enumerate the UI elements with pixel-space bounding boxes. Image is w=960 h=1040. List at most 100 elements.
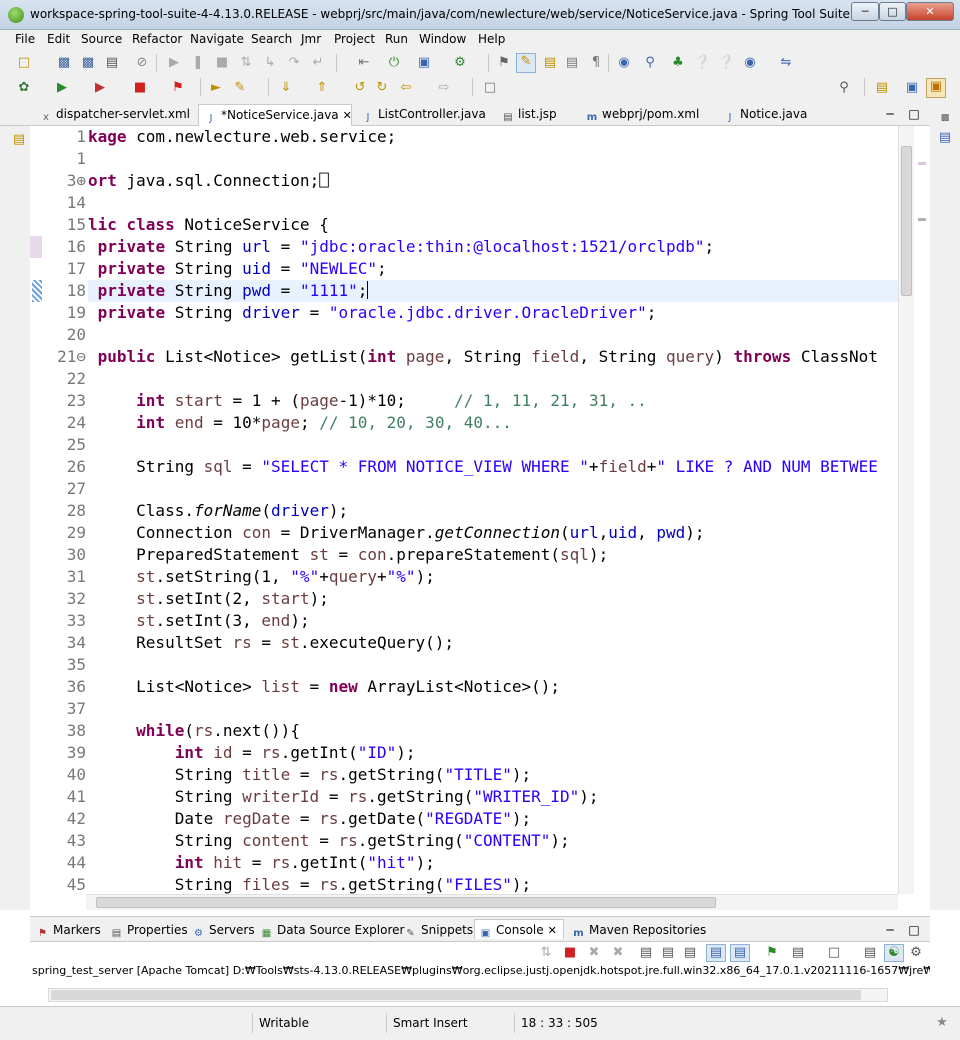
code-line[interactable]: Class.forName(driver); <box>88 500 928 522</box>
code-line[interactable]: String sql = "SELECT * FROM NOTICE_VIEW … <box>88 456 928 478</box>
spring-perspective-icon[interactable]: ▣ <box>926 78 946 98</box>
scrollbar-thumb[interactable] <box>51 990 861 1000</box>
code-line[interactable]: st.setString(1, "%"+query+"%"); <box>88 566 928 588</box>
pin-editor-icon[interactable]: □ <box>482 80 498 96</box>
open-type-icon[interactable]: ► <box>208 80 224 96</box>
menu-file[interactable]: File <box>15 32 35 46</box>
menu-help[interactable]: Help <box>478 32 505 46</box>
help-contents-icon[interactable]: ❔ <box>718 55 734 71</box>
word-wrap-icon[interactable]: ▤ <box>564 55 580 71</box>
pin-console-icon[interactable]: ⚑ <box>764 945 780 961</box>
step-into-icon[interactable]: ↳ <box>262 55 278 71</box>
code-line[interactable]: private String uid = "NEWLEC"; <box>88 258 928 280</box>
code-line[interactable] <box>88 698 928 720</box>
code-line[interactable]: ort java.sql.Connection;⎕ <box>88 170 928 192</box>
minimize-button[interactable]: ─ <box>851 2 879 21</box>
stop-icon[interactable]: ■ <box>132 80 148 96</box>
maximize-view-icon[interactable]: □ <box>906 922 922 938</box>
word-wrap-icon[interactable]: ▤ <box>682 945 698 961</box>
open-task-icon[interactable]: ✎ <box>232 80 248 96</box>
code-line[interactable] <box>88 654 928 676</box>
menu-project[interactable]: Project <box>334 32 375 46</box>
plugin-icon[interactable]: ♣ <box>670 55 686 71</box>
package-explorer-icon[interactable]: ▤ <box>11 132 27 148</box>
tab-markers[interactable]: ⚑ Markers <box>32 920 101 940</box>
open-web-browser-icon[interactable]: ◉ <box>616 55 632 71</box>
restore-icon[interactable]: ▩ <box>937 110 953 126</box>
tab-data-source-explorer[interactable]: ▦ Data Source Explorer <box>256 920 405 940</box>
tab-notice-java[interactable]: J Notice.java <box>718 104 808 126</box>
close-tab-icon[interactable]: ✕ <box>548 924 557 937</box>
code-line[interactable]: Date regDate = rs.getDate("REGDATE"); <box>88 808 928 830</box>
print-icon[interactable]: ▤ <box>104 55 120 71</box>
view-menu-icon[interactable]: ⚙ <box>908 945 924 961</box>
minimize-editor-icon[interactable]: ─ <box>882 106 898 122</box>
code-line[interactable]: String files = rs.getString("FILES"); <box>88 874 928 894</box>
spring-console-icon[interactable]: ☯ <box>884 944 904 962</box>
code-line[interactable] <box>88 434 928 456</box>
remove-launch-icon[interactable]: ✖ <box>586 945 602 961</box>
code-line[interactable]: kage com.newlecture.web.service; <box>88 126 928 148</box>
code-line[interactable] <box>88 478 928 500</box>
code-area[interactable]: kage com.newlecture.web.service; ort java… <box>88 126 928 894</box>
terminate-icon[interactable]: ■ <box>214 55 230 71</box>
menu-run[interactable]: Run <box>385 32 408 46</box>
open-console-icon[interactable]: □ <box>826 945 842 961</box>
code-line[interactable]: public List<Notice> getList(int page, St… <box>88 346 928 368</box>
console-output[interactable] <box>30 980 930 1004</box>
scrollbar-thumb[interactable] <box>901 146 912 296</box>
previous-annotation-icon[interactable]: ⇑ <box>314 80 330 96</box>
scroll-lock-icon[interactable]: ▤ <box>660 945 676 961</box>
show-whitespace-icon[interactable]: ¶ <box>588 55 604 71</box>
menu-search[interactable]: Search <box>251 32 292 46</box>
open-perspective-icon[interactable]: ▤ <box>874 80 890 96</box>
show-on-stdout-icon[interactable]: ▤ <box>706 944 726 962</box>
forward-icon[interactable]: ⇨ <box>436 80 452 96</box>
show-on-stderr-icon[interactable]: ▤ <box>730 944 750 962</box>
relaunch-icon[interactable]: ⚑ <box>170 80 186 96</box>
quick-access-search-icon[interactable]: ⚲ <box>836 80 852 96</box>
code-line[interactable] <box>88 192 928 214</box>
new-spring-project-icon[interactable]: ⚙ <box>452 55 468 71</box>
save-all-icon[interactable]: ▩ <box>80 55 96 71</box>
step-return-icon[interactable]: ↵ <box>310 55 326 71</box>
code-line[interactable]: PreparedStatement st = con.prepareStatem… <box>88 544 928 566</box>
code-line[interactable]: List<Notice> list = new ArrayList<Notice… <box>88 676 928 698</box>
java-ee-perspective-icon[interactable]: ▣ <box>904 80 920 96</box>
tab-console[interactable]: ▣ Console ✕ <box>474 919 564 939</box>
menu-jmr[interactable]: Jmr <box>301 32 321 46</box>
tab-maven-repositories[interactable]: m Maven Repositories <box>568 920 706 940</box>
code-line[interactable]: lic class NoticeService { <box>88 214 928 236</box>
code-line[interactable] <box>88 324 928 346</box>
code-line[interactable]: String writerId = rs.getString("WRITER_I… <box>88 786 928 808</box>
code-line[interactable]: while(rs.next()){ <box>88 720 928 742</box>
display-console-icon[interactable]: ▤ <box>790 945 806 961</box>
notification-icon[interactable]: ★ <box>934 1015 950 1031</box>
last-edit-location-icon[interactable]: ↺ <box>352 80 368 96</box>
terminate-icon[interactable]: ■ <box>562 945 578 961</box>
dependency-icon[interactable]: ⇋ <box>778 55 794 71</box>
remove-all-launches-icon[interactable]: ✖ <box>610 945 626 961</box>
code-line[interactable]: st.setInt(2, start); <box>88 588 928 610</box>
menu-refactor[interactable]: Refactor <box>132 32 182 46</box>
code-line[interactable]: int id = rs.getInt("ID"); <box>88 742 928 764</box>
menu-window[interactable]: Window <box>419 32 466 46</box>
code-line[interactable]: private String driver = "oracle.jdbc.dri… <box>88 302 928 324</box>
tab-dispatcher-servlet[interactable]: x dispatcher-servlet.xml <box>34 104 190 126</box>
tab-servers[interactable]: ⚙ Servers <box>188 920 255 940</box>
close-window-button[interactable]: ✕ <box>906 2 954 21</box>
close-tab-icon[interactable]: ✕ <box>343 109 352 122</box>
code-line[interactable]: String content = rs.getString("CONTENT")… <box>88 830 928 852</box>
back-icon[interactable]: ⇦ <box>398 80 414 96</box>
maximize-editor-icon[interactable]: □ <box>906 106 922 122</box>
code-line[interactable]: private String url = "jdbc:oracle:thin:@… <box>88 236 928 258</box>
copy-icon[interactable]: ▤ <box>862 945 878 961</box>
run-external-tools-icon[interactable]: ▶ <box>92 80 108 96</box>
code-line[interactable]: int start = 1 + (page-1)*10; // 1, 11, 2… <box>88 390 928 412</box>
suspend-icon[interactable]: ❚ <box>190 55 206 71</box>
tab-properties[interactable]: ▤ Properties <box>106 920 188 940</box>
menu-edit[interactable]: Edit <box>47 32 70 46</box>
code-editor[interactable]: 1 1 3⊕ 14 15 16 17 18 19 20 21⊖ 22 23 24 25 26 27 28 29 30 3… <box>30 126 930 894</box>
code-line[interactable] <box>88 148 928 170</box>
tab-pom-xml[interactable]: m webprj/pom.xml <box>580 104 700 126</box>
